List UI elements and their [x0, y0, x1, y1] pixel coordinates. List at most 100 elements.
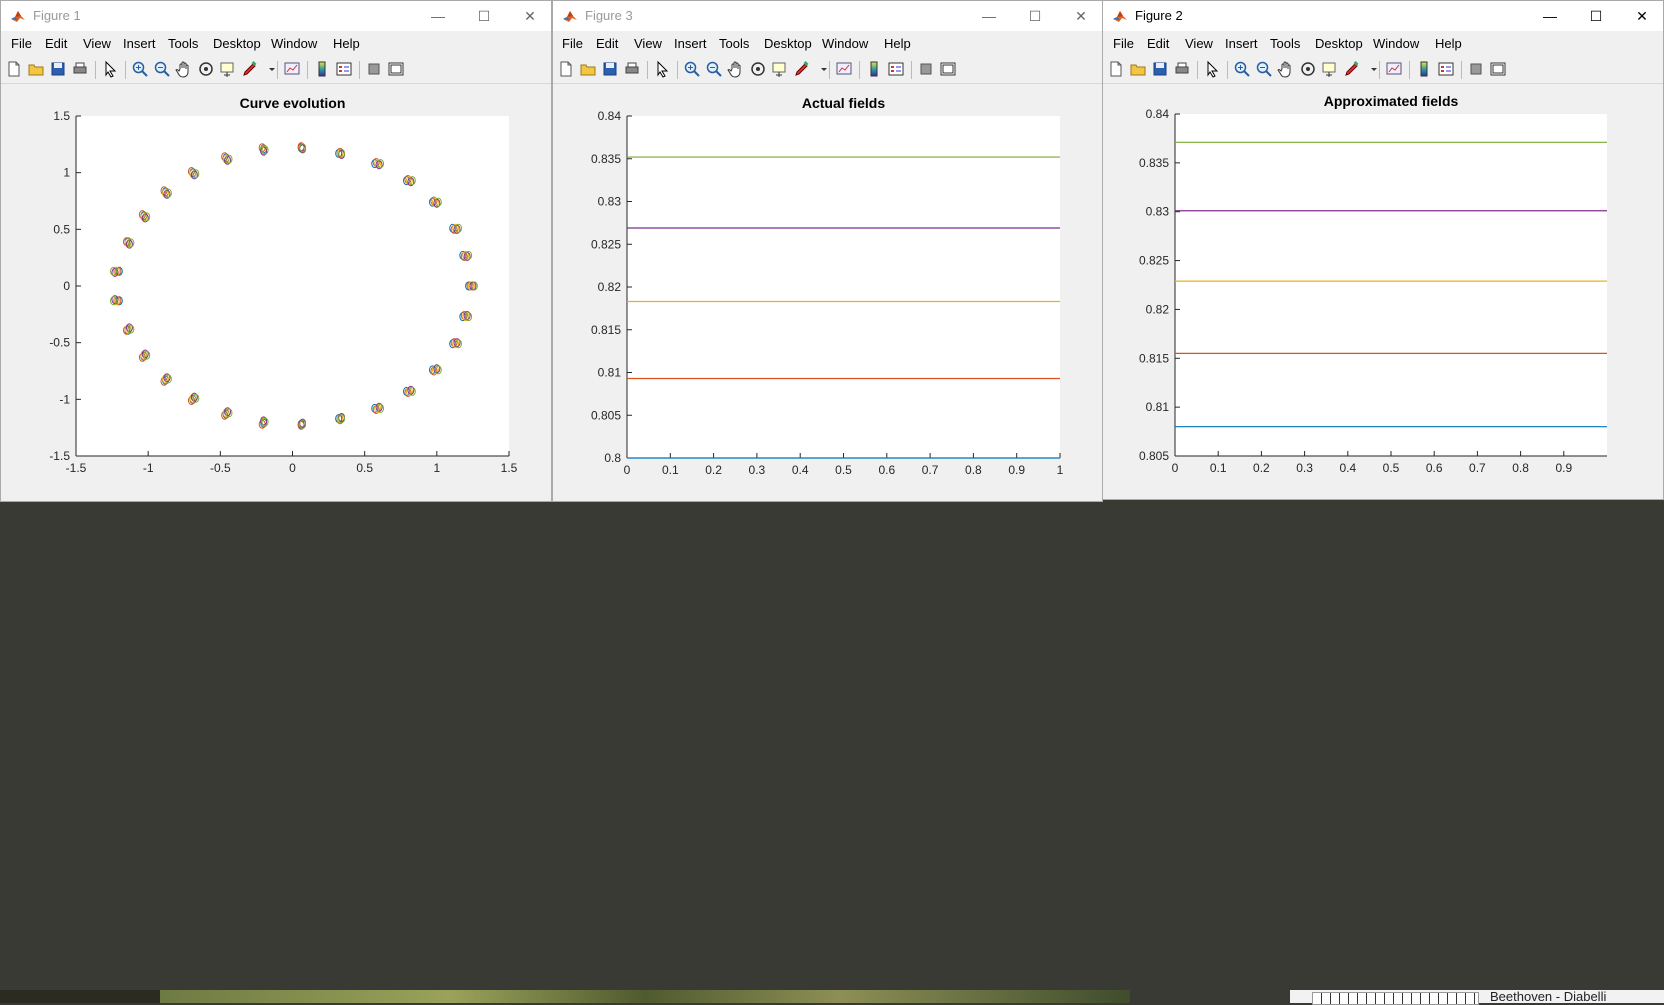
- maximize-button[interactable]: ☐: [461, 1, 507, 31]
- new-figure-icon[interactable]: [5, 60, 23, 78]
- hide-tools-icon[interactable]: [917, 60, 935, 78]
- minimize-button[interactable]: —: [966, 1, 1012, 31]
- menu-file[interactable]: File: [11, 36, 32, 51]
- zoom-in-icon[interactable]: [683, 60, 701, 78]
- print-icon[interactable]: [623, 60, 641, 78]
- maximize-button[interactable]: ☐: [1573, 1, 1619, 31]
- menu-edit[interactable]: Edit: [596, 36, 618, 51]
- plot-area: [76, 116, 509, 456]
- dock-icon[interactable]: [387, 60, 405, 78]
- pan-icon[interactable]: [175, 60, 193, 78]
- rotate-icon[interactable]: [197, 60, 215, 78]
- pointer-icon[interactable]: [101, 60, 119, 78]
- zoom-out-icon[interactable]: [153, 60, 171, 78]
- link-plot-icon[interactable]: [1385, 60, 1403, 78]
- menu-insert[interactable]: Insert: [674, 36, 707, 51]
- hide-tools-icon[interactable]: [1467, 60, 1485, 78]
- x-tick-label: 0: [289, 461, 296, 475]
- pan-icon[interactable]: [1277, 60, 1295, 78]
- close-button[interactable]: ✕: [507, 1, 551, 31]
- open-file-icon[interactable]: [27, 60, 45, 78]
- menu-view[interactable]: View: [1185, 36, 1213, 51]
- menu-desktop[interactable]: Desktop: [213, 36, 261, 51]
- title-bar[interactable]: Figure 2 — ☐ ✕: [1103, 1, 1663, 31]
- chart-title: Actual fields: [802, 95, 885, 111]
- legend-icon[interactable]: [887, 60, 905, 78]
- menu-desktop[interactable]: Desktop: [1315, 36, 1363, 51]
- zoom-in-icon[interactable]: [131, 60, 149, 78]
- menu-tools[interactable]: Tools: [719, 36, 749, 51]
- data-cursor-icon[interactable]: [771, 60, 789, 78]
- minimize-button[interactable]: —: [415, 1, 461, 31]
- matlab-logo-icon: [1112, 9, 1128, 25]
- x-tick-label: 0.2: [1253, 461, 1270, 475]
- menu-edit[interactable]: Edit: [1147, 36, 1169, 51]
- dock-icon[interactable]: [1489, 60, 1507, 78]
- print-icon[interactable]: [1173, 60, 1191, 78]
- menu-view[interactable]: View: [634, 36, 662, 51]
- menu-edit[interactable]: Edit: [45, 36, 67, 51]
- link-plot-icon[interactable]: [283, 60, 301, 78]
- menu-window[interactable]: Window: [271, 36, 317, 51]
- print-icon[interactable]: [71, 60, 89, 78]
- legend-icon[interactable]: [1437, 60, 1455, 78]
- data-cursor-icon[interactable]: [219, 60, 237, 78]
- save-icon[interactable]: [49, 60, 67, 78]
- open-file-icon[interactable]: [1129, 60, 1147, 78]
- menu-file[interactable]: File: [562, 36, 583, 51]
- hide-tools-icon[interactable]: [365, 60, 383, 78]
- toolbar: [1103, 57, 1663, 84]
- title-bar[interactable]: Figure 3 — ☐ ✕: [553, 1, 1102, 31]
- legend-icon[interactable]: [335, 60, 353, 78]
- menu-bar: File Edit View Insert Tools Desktop Window Help: [1103, 31, 1663, 55]
- menu-view[interactable]: View: [83, 36, 111, 51]
- dock-icon[interactable]: [939, 60, 957, 78]
- background-window-title: Beethoven - Diabelli: [1490, 989, 1607, 1004]
- pointer-icon[interactable]: [653, 60, 671, 78]
- menu-insert[interactable]: Insert: [1225, 36, 1258, 51]
- close-button[interactable]: ✕: [1619, 1, 1663, 31]
- colorbar-icon[interactable]: [865, 60, 883, 78]
- menu-window[interactable]: Window: [822, 36, 868, 51]
- x-tick-label: -0.5: [210, 461, 231, 475]
- rotate-icon[interactable]: [749, 60, 767, 78]
- rotate-icon[interactable]: [1299, 60, 1317, 78]
- colorbar-icon[interactable]: [1415, 60, 1433, 78]
- zoom-in-icon[interactable]: [1233, 60, 1251, 78]
- open-file-icon[interactable]: [579, 60, 597, 78]
- menu-tools[interactable]: Tools: [168, 36, 198, 51]
- brush-icon[interactable]: [1343, 60, 1361, 78]
- menu-file[interactable]: File: [1113, 36, 1134, 51]
- figure-window[interactable]: Figure 2 — ☐ ✕ File Edit View Insert Tools Deskto…: [1102, 0, 1664, 500]
- dropdown-arrow-icon[interactable]: [1365, 60, 1383, 78]
- link-plot-icon[interactable]: [835, 60, 853, 78]
- menu-insert[interactable]: Insert: [123, 36, 156, 51]
- data-cursor-icon[interactable]: [1321, 60, 1339, 78]
- brush-icon[interactable]: [241, 60, 259, 78]
- save-icon[interactable]: [1151, 60, 1169, 78]
- pan-icon[interactable]: [727, 60, 745, 78]
- figure-window[interactable]: Figure 1 — ☐ ✕ File Edit View Insert Tools Deskto…: [0, 0, 552, 502]
- menu-help[interactable]: Help: [1435, 36, 1462, 51]
- menu-tools[interactable]: Tools: [1270, 36, 1300, 51]
- y-tick-label: 0.815: [591, 323, 621, 337]
- menu-desktop[interactable]: Desktop: [764, 36, 812, 51]
- minimize-button[interactable]: —: [1527, 1, 1573, 31]
- new-figure-icon[interactable]: [557, 60, 575, 78]
- figure-window[interactable]: Figure 3 — ☐ ✕ File Edit View Insert Tools Deskto…: [552, 0, 1103, 502]
- dropdown-arrow-icon[interactable]: [263, 60, 281, 78]
- zoom-out-icon[interactable]: [705, 60, 723, 78]
- dropdown-arrow-icon[interactable]: [815, 60, 833, 78]
- pointer-icon[interactable]: [1203, 60, 1221, 78]
- menu-help[interactable]: Help: [884, 36, 911, 51]
- zoom-out-icon[interactable]: [1255, 60, 1273, 78]
- colorbar-icon[interactable]: [313, 60, 331, 78]
- maximize-button[interactable]: ☐: [1012, 1, 1058, 31]
- menu-help[interactable]: Help: [333, 36, 360, 51]
- brush-icon[interactable]: [793, 60, 811, 78]
- new-figure-icon[interactable]: [1107, 60, 1125, 78]
- menu-window[interactable]: Window: [1373, 36, 1419, 51]
- title-bar[interactable]: Figure 1 — ☐ ✕: [1, 1, 551, 31]
- save-icon[interactable]: [601, 60, 619, 78]
- close-button[interactable]: ✕: [1058, 1, 1102, 31]
